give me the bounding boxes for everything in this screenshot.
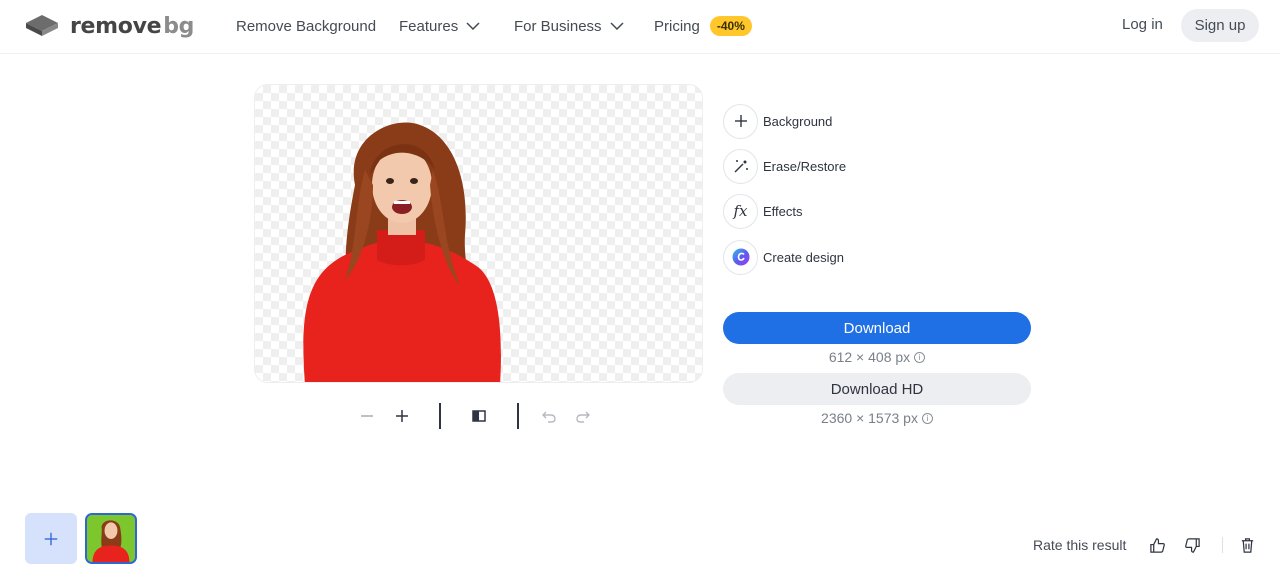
download-hd-size-text: 2360 × 1573 px — [821, 410, 918, 426]
erase-restore-tool-label: Erase/Restore — [763, 158, 847, 174]
effects-tool-label: Effects — [763, 203, 803, 219]
download-hd-size: 2360 × 1573 px i — [723, 410, 1031, 426]
background-tool-label: Background — [763, 113, 833, 129]
effects-glyph: fx — [733, 202, 748, 220]
image-thumbnail[interactable] — [85, 513, 137, 564]
chevron-down-icon — [610, 22, 624, 30]
zoom-in-button[interactable] — [391, 405, 413, 427]
nav-for-business-label: For Business — [514, 17, 602, 35]
zoom-out-icon — [361, 415, 373, 417]
download-button[interactable]: Download — [723, 312, 1031, 344]
thumbnail-image — [87, 515, 135, 562]
plus-icon — [723, 103, 758, 139]
delete-button[interactable] — [1237, 535, 1257, 555]
undo-button[interactable] — [538, 405, 560, 427]
download-size-text: 612 × 408 px — [828, 349, 911, 365]
create-design-tool[interactable]: Create design — [723, 239, 844, 275]
nav-remove-background[interactable]: Remove Background — [236, 16, 376, 36]
thumbs-up-icon — [1149, 537, 1165, 553]
undo-icon — [542, 411, 556, 423]
erase-restore-tool[interactable]: Erase/Restore — [723, 148, 846, 184]
nav-features-label: Features — [399, 17, 459, 35]
result-canvas[interactable] — [254, 84, 703, 383]
nav-features[interactable]: Features — [399, 16, 480, 36]
redo-button[interactable] — [572, 405, 594, 427]
download-hd-button[interactable]: Download HD — [723, 373, 1031, 405]
effects-tool[interactable]: fx Effects — [723, 193, 803, 229]
toolbar-divider — [439, 403, 441, 429]
toolbar-divider — [517, 403, 519, 429]
thumbs-down-icon — [1184, 537, 1200, 553]
info-icon[interactable]: i — [921, 412, 933, 424]
nav-for-business[interactable]: For Business — [514, 16, 624, 36]
nav-pricing[interactable]: Pricing -40% — [654, 16, 752, 36]
thumbs-down-button[interactable] — [1182, 535, 1202, 555]
plus-icon — [44, 532, 58, 545]
discount-badge: -40% — [709, 16, 752, 36]
rate-label: Rate this result — [1033, 537, 1127, 553]
redo-icon — [576, 411, 590, 423]
result-image — [303, 122, 501, 382]
logo-text: remove bg — [70, 13, 195, 39]
info-icon[interactable]: i — [914, 351, 926, 363]
top-nav: remove bg Remove Background Features For… — [0, 0, 1280, 54]
thumbs-up-button[interactable] — [1147, 535, 1167, 555]
compare-icon — [472, 410, 486, 422]
download-size: 612 × 408 px i — [723, 349, 1031, 365]
zoom-in-icon — [396, 410, 408, 422]
rating-divider — [1222, 537, 1223, 553]
nav-pricing-label: Pricing — [654, 17, 700, 35]
login-link[interactable]: Log in — [1122, 16, 1163, 33]
canva-icon — [723, 239, 758, 275]
compare-button[interactable] — [468, 405, 490, 427]
logo[interactable]: remove bg — [24, 12, 194, 40]
chevron-down-icon — [466, 22, 480, 30]
background-tool[interactable]: Background — [723, 103, 832, 139]
create-design-tool-label: Create design — [763, 249, 844, 265]
effects-icon: fx — [723, 193, 758, 229]
trash-icon — [1241, 537, 1253, 553]
logo-icon — [26, 15, 58, 36]
add-image-button[interactable] — [25, 513, 77, 564]
zoom-out-button[interactable] — [356, 405, 378, 427]
nav-remove-background-label: Remove Background — [236, 17, 377, 35]
signup-button[interactable]: Sign up — [1181, 9, 1259, 42]
magic-wand-icon — [723, 148, 758, 184]
